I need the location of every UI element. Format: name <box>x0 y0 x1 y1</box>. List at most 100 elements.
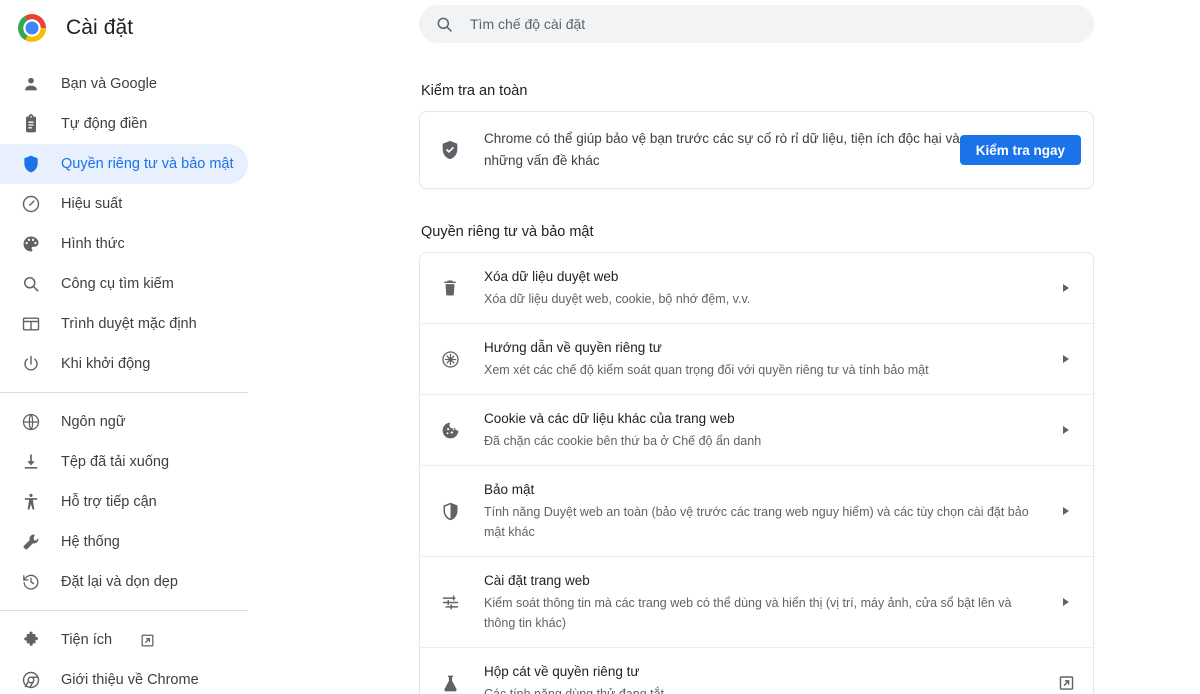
browser-window-icon <box>21 314 41 334</box>
sidebar-item-reset-and-cleanup[interactable]: Đặt lại và dọn dẹp <box>0 562 248 602</box>
privacy-row-security[interactable]: Bảo mật Tính năng Duyệt web an toàn (bảo… <box>420 465 1093 556</box>
sidebar-item-accessibility[interactable]: Hỗ trợ tiếp cận <box>0 482 248 522</box>
sidebar-item-extensions[interactable]: Tiện ích <box>0 620 248 660</box>
sidebar-item-search-engine[interactable]: Công cụ tìm kiếm <box>0 264 248 304</box>
privacy-row-text: Cookie và các dữ liệu khác của trang web… <box>484 409 1077 451</box>
sidebar-item-label: Hiệu suất <box>61 196 123 212</box>
flask-icon <box>438 671 462 694</box>
privacy-row-text: Hướng dẫn về quyền riêng tư Xem xét các … <box>484 338 1077 380</box>
sidebar: Cài đặt Bạn và Google Tự động điền Quyền… <box>0 0 264 694</box>
sidebar-item-label: Quyền riêng tư và bảo mật <box>61 156 234 172</box>
privacy-row-clear-browsing-data[interactable]: Xóa dữ liệu duyệt web Xóa dữ liệu duyệt … <box>420 253 1093 323</box>
sidebar-item-system[interactable]: Hệ thống <box>0 522 248 562</box>
search-icon <box>21 274 41 294</box>
privacy-row-subtitle: Kiểm soát thông tin mà các trang web có … <box>484 596 1012 630</box>
page-title: Cài đặt <box>66 16 134 39</box>
chevron-right-icon[interactable] <box>1063 426 1069 434</box>
chevron-right-icon[interactable] <box>1063 284 1069 292</box>
privacy-row-title: Cài đặt trang web <box>484 573 590 588</box>
brand-header: Cài đặt <box>0 0 264 56</box>
sidebar-item-label: Hỗ trợ tiếp cận <box>61 494 157 510</box>
sidebar-item-label: Tiện ích <box>61 632 113 648</box>
sidebar-item-languages[interactable]: Ngôn ngữ <box>0 402 248 442</box>
sidebar-item-default-browser[interactable]: Trình duyệt mặc định <box>0 304 248 344</box>
settings-search-bar[interactable] <box>419 5 1094 43</box>
privacy-row-text: Xóa dữ liệu duyệt web Xóa dữ liệu duyệt … <box>484 267 1077 309</box>
sidebar-item-label: Tự động điền <box>61 116 148 132</box>
puzzle-icon <box>21 630 41 650</box>
sidebar-item-on-startup[interactable]: Khi khởi động <box>0 344 248 384</box>
sidebar-item-autofill[interactable]: Tự động điền <box>0 104 248 144</box>
safety-check-row: Chrome có thể giúp bảo vệ bạn trước các … <box>420 112 1093 188</box>
privacy-section-title: Quyền riêng tư và bảo mật <box>421 224 594 240</box>
history-restore-icon <box>21 572 41 592</box>
shield-icon <box>21 154 41 174</box>
privacy-row-title: Hộp cát về quyền riêng tư <box>484 664 640 679</box>
privacy-row-subtitle: Đã chặn các cookie bên thứ ba ở Chế độ ẩ… <box>484 434 762 448</box>
sidebar-item-performance[interactable]: Hiệu suất <box>0 184 248 224</box>
privacy-row-privacy-guide[interactable]: Hướng dẫn về quyền riêng tư Xem xét các … <box>420 323 1093 394</box>
palette-icon <box>21 234 41 254</box>
sidebar-group-footer: Tiện ích Giới thiệu về Chrome <box>0 611 264 694</box>
safety-check-card: Chrome có thể giúp bảo vệ bạn trước các … <box>419 111 1094 189</box>
privacy-row-title: Hướng dẫn về quyền riêng tư <box>484 340 662 355</box>
person-icon <box>21 74 41 94</box>
sidebar-item-label: Ngôn ngữ <box>61 414 126 430</box>
shield-check-icon <box>438 138 462 162</box>
sidebar-item-label: Tệp đã tải xuống <box>61 454 170 470</box>
privacy-row-text: Hộp cát về quyền riêng tư Các tính năng … <box>484 662 1077 694</box>
privacy-row-title: Bảo mật <box>484 482 535 497</box>
cookie-icon <box>438 418 462 442</box>
privacy-row-text: Cài đặt trang web Kiểm soát thông tin mà… <box>484 571 1077 633</box>
sidebar-item-downloads[interactable]: Tệp đã tải xuống <box>0 442 248 482</box>
sidebar-group-main: Bạn và Google Tự động điền Quyền riêng t… <box>0 56 264 384</box>
privacy-row-subtitle: Tính năng Duyệt web an toàn (bảo vệ trướ… <box>484 505 1029 539</box>
sidebar-item-label: Bạn và Google <box>61 76 157 92</box>
power-icon <box>21 354 41 374</box>
security-shield-icon <box>438 499 462 523</box>
clipboard-icon <box>21 114 41 134</box>
safety-check-description: Chrome có thể giúp bảo vệ bạn trước các … <box>484 131 960 168</box>
sidebar-item-appearance[interactable]: Hình thức <box>0 224 248 264</box>
settings-page: Cài đặt Bạn và Google Tự động điền Quyền… <box>0 0 1200 694</box>
download-icon <box>21 452 41 472</box>
sidebar-item-about-chrome[interactable]: Giới thiệu về Chrome <box>0 660 248 694</box>
sidebar-item-label: Hình thức <box>61 236 125 252</box>
privacy-row-subtitle: Xóa dữ liệu duyệt web, cookie, bộ nhớ đệ… <box>484 292 751 306</box>
sidebar-item-label: Công cụ tìm kiếm <box>61 276 174 292</box>
privacy-row-title: Cookie và các dữ liệu khác của trang web <box>484 411 735 426</box>
trash-icon <box>438 276 462 300</box>
privacy-row-subtitle: Các tính năng dùng thử đang tắt <box>484 687 665 694</box>
sidebar-item-label: Hệ thống <box>61 534 120 550</box>
tune-sliders-icon <box>438 590 462 614</box>
run-safety-check-button[interactable]: Kiểm tra ngay <box>959 135 1081 165</box>
chevron-right-icon[interactable] <box>1063 355 1069 363</box>
external-link-icon[interactable] <box>140 633 155 648</box>
sidebar-item-label: Trình duyệt mặc định <box>61 316 197 332</box>
chrome-outline-icon <box>21 670 41 690</box>
search-input[interactable] <box>470 13 1094 35</box>
main-content: Kiểm tra an toàn Chrome có thể giúp bảo … <box>264 0 1200 694</box>
privacy-row-cookies[interactable]: Cookie và các dữ liệu khác của trang web… <box>420 394 1093 465</box>
privacy-row-subtitle: Xem xét các chế độ kiểm soát quan trọng … <box>484 363 929 377</box>
chevron-right-icon[interactable] <box>1063 507 1069 515</box>
privacy-row-site-settings[interactable]: Cài đặt trang web Kiểm soát thông tin mà… <box>420 556 1093 647</box>
sidebar-item-label: Giới thiệu về Chrome <box>61 672 199 688</box>
chrome-logo <box>18 14 46 42</box>
sidebar-item-label: Khi khởi động <box>61 356 151 372</box>
privacy-row-text: Bảo mật Tính năng Duyệt web an toàn (bảo… <box>484 480 1077 542</box>
privacy-row-title: Xóa dữ liệu duyệt web <box>484 269 619 284</box>
sidebar-item-label: Đặt lại và dọn dẹp <box>61 574 178 590</box>
privacy-row-privacy-sandbox[interactable]: Hộp cát về quyền riêng tư Các tính năng … <box>420 647 1093 694</box>
globe-icon <box>21 412 41 432</box>
wrench-icon <box>21 532 41 552</box>
chevron-right-icon[interactable] <box>1063 598 1069 606</box>
external-link-icon[interactable] <box>1058 675 1075 692</box>
privacy-guide-icon <box>438 347 462 371</box>
search-icon <box>435 15 454 34</box>
sidebar-item-privacy-and-security[interactable]: Quyền riêng tư và bảo mật <box>0 144 248 184</box>
speedometer-icon <box>21 194 41 214</box>
accessibility-icon <box>21 492 41 512</box>
privacy-settings-card: Xóa dữ liệu duyệt web Xóa dữ liệu duyệt … <box>419 252 1094 694</box>
sidebar-item-you-and-google[interactable]: Bạn và Google <box>0 64 248 104</box>
